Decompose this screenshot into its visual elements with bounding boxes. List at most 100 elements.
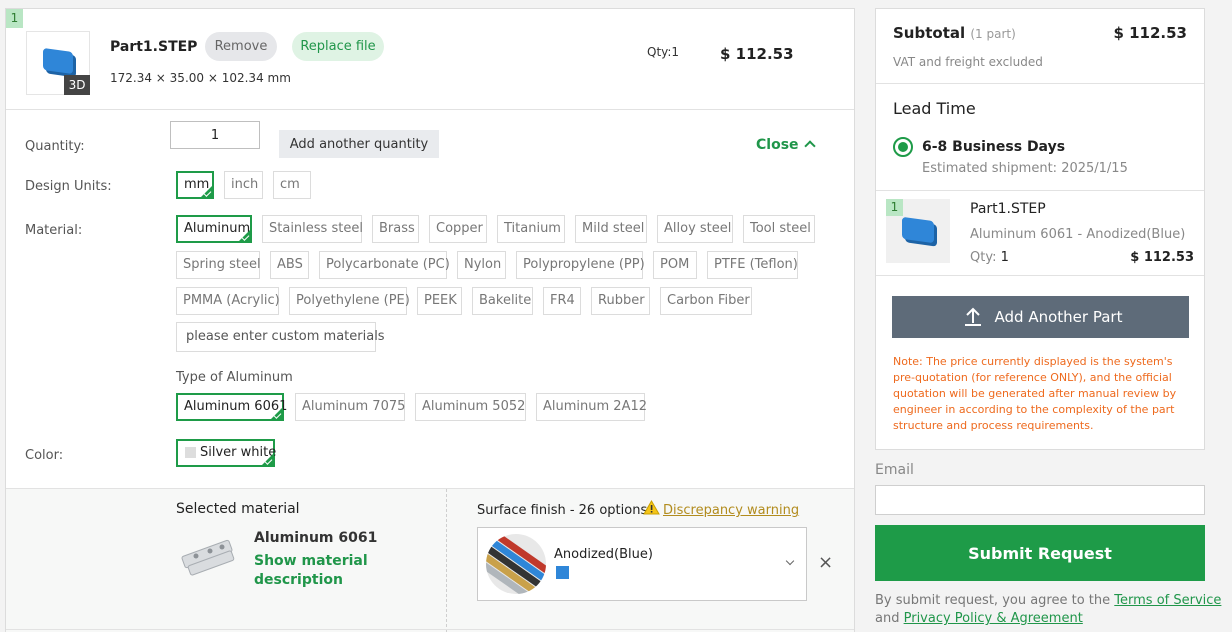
unit-inch[interactable]: inch (224, 171, 263, 199)
material-image (176, 528, 240, 584)
material-stainless-steel[interactable]: Stainless steel (262, 215, 363, 243)
vat-note: VAT and freight excluded (893, 55, 1043, 69)
surface-finish-label: Surface finish - 26 options (477, 503, 648, 518)
show-material-description-link[interactable]: Show material description (254, 552, 384, 590)
privacy-policy-link[interactable]: Privacy Policy & Agreement (904, 611, 1083, 626)
clear-finish-icon[interactable]: × (818, 554, 833, 572)
part-dimensions: 172.34 × 35.00 × 102.34 mm (110, 71, 291, 85)
material-label: Material: (25, 223, 83, 238)
finish-color-swatch (556, 566, 569, 579)
divider (876, 275, 1204, 276)
subtotal-count: (1 part) (970, 27, 1016, 41)
terms-of-service-link[interactable]: Terms of Service (1114, 593, 1221, 608)
price-note: Note: The price currently displayed is t… (893, 355, 1177, 432)
part-thumbnail[interactable]: 3D (26, 31, 90, 95)
divider (876, 190, 1204, 191)
close-toggle[interactable]: Close (756, 137, 817, 153)
add-another-part-button[interactable]: Add Another Part (892, 296, 1189, 338)
3d-view-badge[interactable]: 3D (64, 75, 90, 95)
part-name: Part1.STEP (110, 39, 198, 55)
color-swatch (185, 447, 196, 458)
color-silver-white[interactable]: Silver white (176, 439, 277, 467)
close-label: Close (756, 137, 799, 153)
type-aluminum-5052[interactable]: Aluminum 5052 (415, 393, 526, 421)
part-shape-icon (902, 216, 934, 244)
selected-section-divider (446, 489, 447, 632)
color-silver-white-label: Silver white (200, 445, 277, 460)
material-brass[interactable]: Brass (372, 215, 419, 243)
unit-cm[interactable]: cm (273, 171, 311, 199)
terms-prefix: By submit request, you agree to the (875, 593, 1111, 608)
material-fr4[interactable]: FR4 (543, 287, 581, 315)
part-shape-icon (43, 47, 73, 75)
selected-material-title: Selected material (176, 501, 300, 517)
summary-part-index: 1 (886, 199, 903, 216)
material-spring-steel[interactable]: Spring steel (176, 251, 261, 279)
summary-part-name: Part1.STEP (970, 201, 1046, 217)
summary-part-qty: Qty: 1 (970, 250, 1009, 265)
material-pom[interactable]: POM (653, 251, 697, 279)
subtotal-label: Subtotal (893, 24, 966, 42)
part-header: 1 3D Part1.STEP Remove Replace file 172.… (6, 9, 854, 110)
material-abs[interactable]: ABS (270, 251, 309, 279)
material-copper[interactable]: Copper (429, 215, 487, 243)
part-index-badge: 1 (6, 9, 23, 28)
material-pmma[interactable]: PMMA (Acrylic) (176, 287, 280, 315)
email-field[interactable] (875, 485, 1205, 515)
finish-image (486, 534, 546, 594)
replace-file-button[interactable]: Replace file (292, 32, 384, 61)
unit-mm[interactable]: mm (176, 171, 214, 199)
chevron-down-icon (785, 556, 795, 566)
part-qty: Qty:1 (647, 45, 680, 59)
subtotal-price: $ 112.53 (1113, 24, 1187, 42)
material-carbon-fiber[interactable]: Carbon Fiber (660, 287, 752, 315)
aluminum-type-label: Type of Aluminum (176, 370, 293, 385)
material-tool-steel[interactable]: Tool steel (743, 215, 815, 243)
lead-time-option[interactable]: 6-8 Business Days (922, 139, 1065, 155)
material-rubber[interactable]: Rubber (591, 287, 650, 315)
quantity-input[interactable] (170, 121, 260, 149)
material-polypropylene[interactable]: Polypropylene (PP) (516, 251, 645, 279)
add-quantity-button[interactable]: Add another quantity (279, 130, 439, 158)
design-units-label: Design Units: (25, 179, 112, 194)
warning-icon (643, 499, 660, 519)
remove-button[interactable]: Remove (205, 32, 277, 61)
material-bakelite[interactable]: Bakelite (472, 287, 533, 315)
divider (876, 83, 1204, 84)
material-aluminum[interactable]: Aluminum (176, 215, 252, 243)
material-titanium[interactable]: Titanium (497, 215, 565, 243)
submit-request-button[interactable]: Submit Request (875, 525, 1205, 581)
material-polycarbonate[interactable]: Polycarbonate (PC) (319, 251, 450, 279)
material-peek[interactable]: PEEK (417, 287, 462, 315)
email-label: Email (875, 462, 914, 478)
custom-material-button[interactable]: please enter custom materials (176, 322, 385, 352)
summary-qty-value: 1 (1000, 250, 1009, 265)
selected-material-name: Aluminum 6061 (254, 530, 378, 546)
terms-and: and (875, 611, 900, 626)
summary-part-price: $ 112.53 (1130, 250, 1194, 265)
lead-time-radio[interactable] (893, 137, 913, 157)
discrepancy-warning-link[interactable]: Discrepancy warning (663, 503, 799, 518)
surface-finish-select[interactable]: Anodized(Blue) (477, 527, 807, 601)
chevron-up-icon (804, 140, 817, 152)
lead-time-title: Lead Time (893, 99, 976, 118)
material-polyethylene[interactable]: Polyethylene (PE) (289, 287, 410, 315)
material-alloy-steel[interactable]: Alloy steel (657, 215, 733, 243)
material-ptfe[interactable]: PTFE (Teflon) (707, 251, 798, 279)
upload-icon (963, 307, 983, 327)
summary-part-material: Aluminum 6061 - Anodized(Blue) (970, 227, 1186, 242)
part-price: $ 112.53 (720, 45, 794, 63)
type-aluminum-7075[interactable]: Aluminum 7075 (295, 393, 405, 421)
order-summary: Subtotal (1 part) $ 112.53 VAT and freig… (875, 8, 1205, 450)
material-nylon[interactable]: Nylon (457, 251, 506, 279)
quantity-label: Quantity: (25, 139, 85, 154)
finish-value: Anodized(Blue) (554, 547, 653, 562)
bottom-divider (6, 629, 854, 630)
summary-qty-label: Qty: (970, 250, 997, 265)
color-label: Color: (25, 448, 64, 463)
type-aluminum-6061[interactable]: Aluminum 6061 (176, 393, 287, 421)
type-aluminum-2a12[interactable]: Aluminum 2A12 (536, 393, 647, 421)
material-mild-steel[interactable]: Mild steel (575, 215, 647, 243)
subtotal-heading: Subtotal (1 part) (893, 24, 1016, 42)
terms-text: By submit request, you agree to the Term… (875, 592, 1221, 628)
